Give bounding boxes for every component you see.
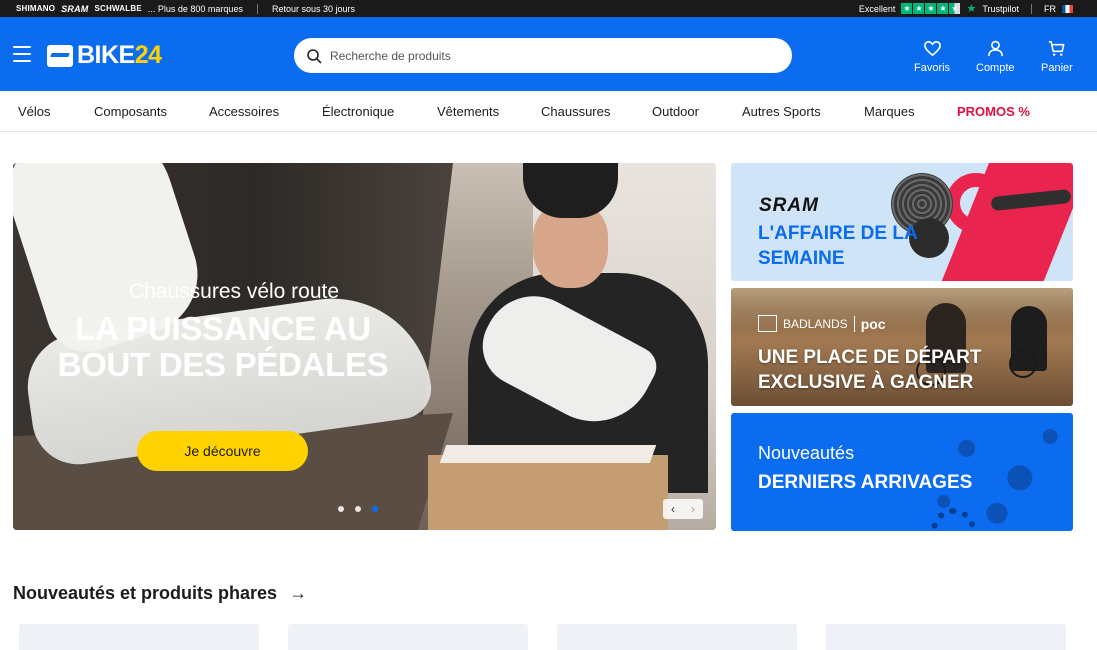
section-heading[interactable]: Nouveautés et produits phares → bbox=[13, 583, 307, 604]
logo-number: 24 bbox=[134, 41, 162, 69]
nav-item-marques[interactable]: Marques bbox=[864, 104, 915, 119]
badlands-logo-icon bbox=[758, 315, 777, 332]
carousel-dots bbox=[338, 506, 378, 512]
nav-item-chaussures[interactable]: Chaussures bbox=[541, 104, 610, 119]
divider bbox=[853, 315, 855, 332]
product-card[interactable] bbox=[288, 624, 528, 650]
hero-title: LA PUISSANCE AU BOUT DES PÉDALES bbox=[57, 310, 389, 383]
user-icon bbox=[987, 40, 1003, 57]
star-icon: ★ bbox=[913, 3, 925, 14]
hero-banner[interactable]: Chaussures vélo route LA PUISSANCE AU BO… bbox=[13, 163, 716, 530]
nav-item-vetements[interactable]: Vêtements bbox=[437, 104, 499, 119]
header: BIKE24 Favoris Compte Panier bbox=[0, 17, 1097, 91]
star-icon: ★ bbox=[925, 3, 937, 14]
hero-subtitle: Chaussures vélo route bbox=[128, 280, 340, 303]
carousel-arrows: ‹ › bbox=[663, 499, 703, 519]
favorites-button[interactable]: Favoris bbox=[914, 39, 950, 74]
trustpilot-rating[interactable]: Excellent ★ ★ ★ ★ ★ ★ Trustpilot FR bbox=[859, 0, 1073, 17]
main-nav: Vélos Composants Accessoires Électroniqu… bbox=[0, 91, 1097, 132]
brand-strip: SHIMANO SRAM SCHWALBE ... Plus de 800 ma… bbox=[0, 4, 243, 14]
divider bbox=[256, 3, 258, 14]
account-label: Compte bbox=[976, 62, 1015, 74]
nav-item-accessoires[interactable]: Accessoires bbox=[209, 104, 279, 119]
nav-item-autres-sports[interactable]: Autres Sports bbox=[742, 104, 821, 119]
brand-sram: SRAM bbox=[61, 3, 89, 14]
product-card[interactable] bbox=[557, 624, 797, 650]
rating-label: Excellent bbox=[858, 3, 896, 14]
promo-title: UNE PLACE DE DÉPART EXCLUSIVE À GAGNER bbox=[758, 347, 982, 393]
chevron-right-icon[interactable]: › bbox=[683, 499, 703, 519]
cart-label: Panier bbox=[1041, 62, 1073, 74]
brands-more-text[interactable]: ... Plus de 800 marques bbox=[148, 4, 243, 14]
promo-card-new-arrivals[interactable]: Nouveautés DERNIERS ARRIVAGES bbox=[731, 413, 1073, 531]
nav-item-promos[interactable]: PROMOS % bbox=[957, 104, 1030, 119]
nav-item-electronique[interactable]: Électronique bbox=[322, 104, 394, 119]
poc-logo: poc bbox=[860, 315, 886, 332]
logo-word: BIKE bbox=[77, 41, 135, 69]
search-bar[interactable] bbox=[294, 38, 792, 73]
account-button[interactable]: Compte bbox=[976, 39, 1015, 74]
menu-icon[interactable] bbox=[13, 46, 31, 62]
carousel-dot-active[interactable] bbox=[372, 506, 378, 512]
promo-title: L'AFFAIRE DE LA SEMAINE bbox=[758, 223, 917, 269]
favorites-label: Favoris bbox=[914, 62, 951, 74]
promo-card-badlands[interactable]: BADLANDS poc UNE PLACE DE DÉPART EXCLUSI… bbox=[731, 288, 1073, 406]
heart-icon bbox=[923, 41, 941, 57]
chevron-left-icon[interactable]: ‹ bbox=[663, 499, 683, 519]
badlands-poc-logos: BADLANDS poc bbox=[758, 315, 886, 332]
hero-shoebox-paper bbox=[439, 445, 657, 463]
returns-text[interactable]: Retour sous 30 jours bbox=[272, 4, 355, 14]
logo[interactable]: BIKE24 bbox=[47, 41, 162, 70]
language-selector[interactable]: FR bbox=[1044, 4, 1056, 14]
product-card[interactable] bbox=[826, 624, 1066, 650]
promo-card-sram[interactable]: SRAM L'AFFAIRE DE LA SEMAINE bbox=[731, 163, 1073, 281]
promo-title: DERNIERS ARRIVAGES bbox=[758, 472, 973, 493]
rating-stars: ★ ★ ★ ★ ★ bbox=[901, 3, 961, 14]
search-icon bbox=[307, 48, 322, 63]
carousel-dot[interactable] bbox=[355, 506, 361, 512]
brand-shimano: SHIMANO bbox=[16, 4, 56, 13]
arrow-right-icon: → bbox=[289, 583, 308, 603]
star-icon: ★ bbox=[937, 3, 949, 14]
brand-schwalbe: SCHWALBE bbox=[94, 4, 142, 13]
trustpilot-star-icon: ★ bbox=[966, 3, 977, 15]
section-title: Nouveautés et produits phares bbox=[13, 583, 278, 603]
search-input[interactable] bbox=[330, 48, 770, 63]
cart-button[interactable]: Panier bbox=[1041, 39, 1073, 74]
french-flag-icon bbox=[1062, 4, 1073, 13]
carousel-dot[interactable] bbox=[338, 506, 344, 512]
product-card[interactable] bbox=[19, 624, 259, 650]
star-icon: ★ bbox=[901, 3, 913, 14]
divider bbox=[1031, 3, 1032, 14]
trustpilot-label: Trustpilot bbox=[982, 3, 1019, 14]
nav-item-composants[interactable]: Composants bbox=[94, 104, 167, 119]
half-star-icon: ★ bbox=[949, 3, 961, 14]
discover-button[interactable]: Je découvre bbox=[137, 431, 308, 471]
top-bar: SHIMANO SRAM SCHWALBE ... Plus de 800 ma… bbox=[0, 0, 1097, 17]
sram-logo: SRAM bbox=[759, 195, 819, 216]
cart-icon bbox=[1049, 41, 1065, 56]
hero-shoebox bbox=[428, 455, 668, 530]
nav-item-outdoor[interactable]: Outdoor bbox=[652, 104, 699, 119]
promo-subtitle: Nouveautés bbox=[758, 443, 855, 463]
badlands-logo: BADLANDS bbox=[783, 316, 848, 331]
nav-item-velos[interactable]: Vélos bbox=[18, 104, 51, 119]
logo-mark-icon bbox=[47, 44, 73, 67]
